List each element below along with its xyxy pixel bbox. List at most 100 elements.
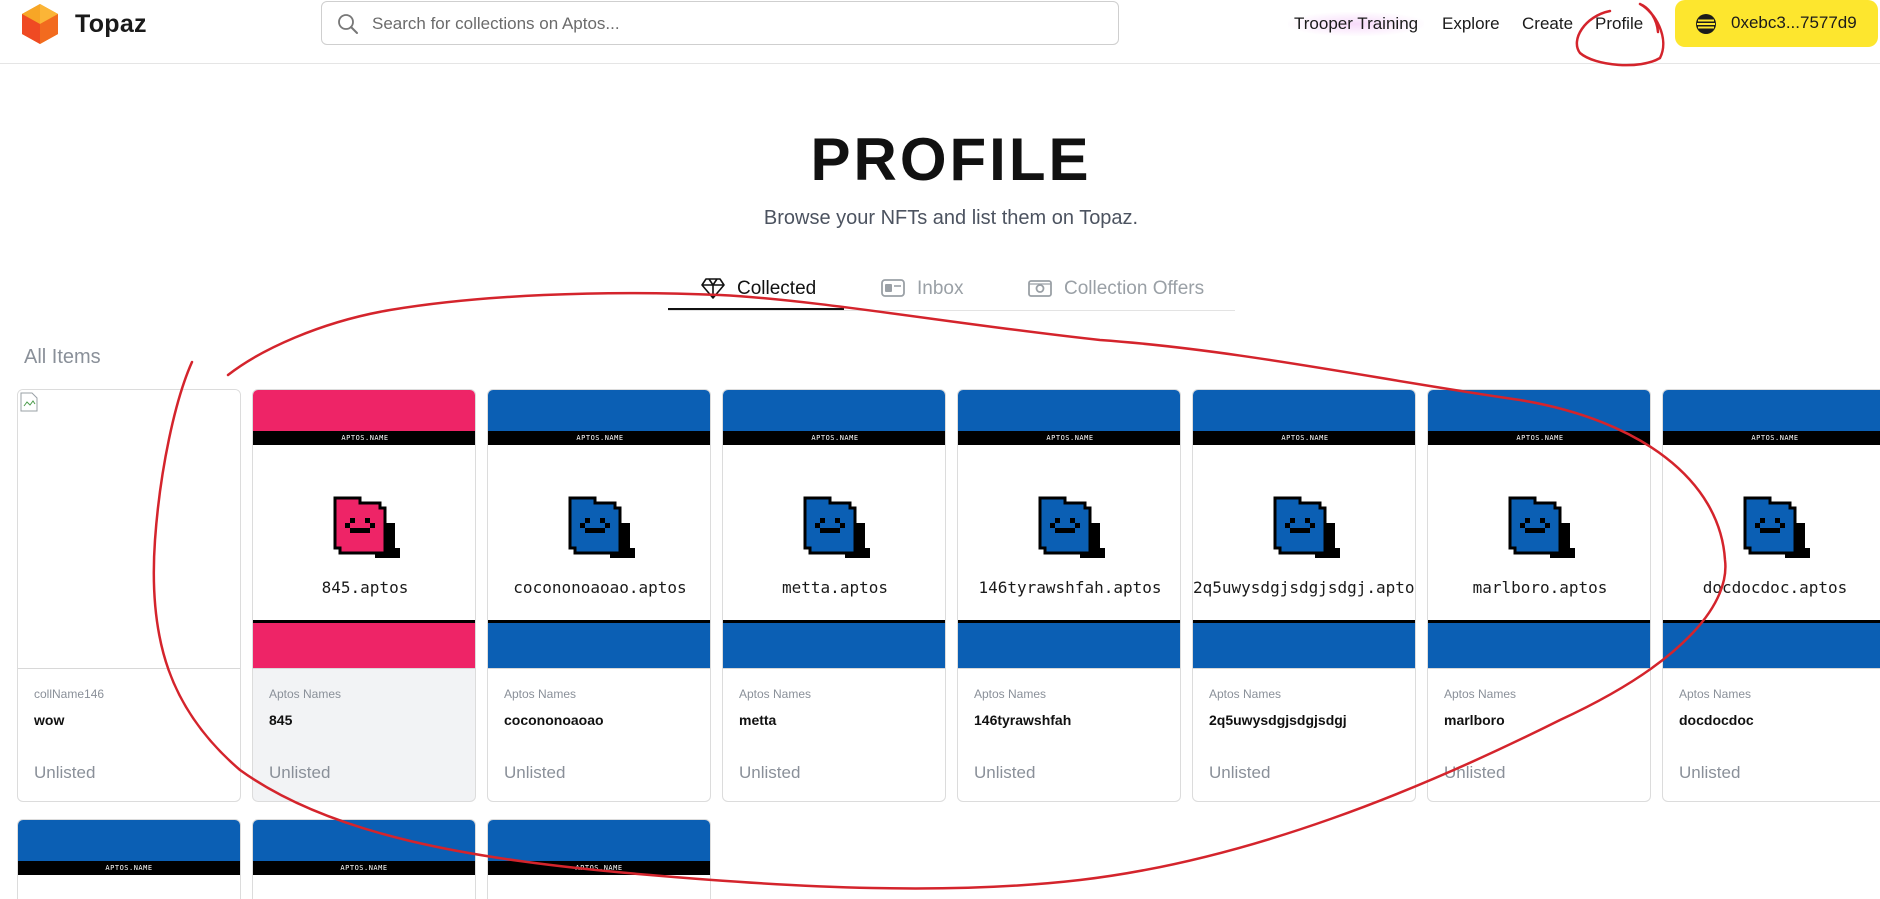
nft-card[interactable]: APTOS.NAME cocononoaoao.aptos Aptos Name… <box>487 389 711 802</box>
card-collection-name[interactable]: Aptos Names <box>1209 687 1281 701</box>
nft-card[interactable]: APTOS.NAME marlboro.aptos Aptos Names ma… <box>1427 389 1651 802</box>
card-art: APTOS.NAME marlboro.aptos <box>1428 390 1650 669</box>
nft-card[interactable]: APTOS.NAME 2q5uwysdgjsdgjsdgj.aptos Apto… <box>1192 389 1416 802</box>
card-art-band: APTOS.NAME <box>723 431 945 445</box>
card-art-top <box>488 390 710 431</box>
card-art-top <box>958 390 1180 431</box>
card-nft-name: 2q5uwysdgjsdgjsdgj <box>1209 712 1347 728</box>
card-art: APTOS.NAME 2q5uwysdgjsdgjsdgj.aptos <box>1193 390 1416 669</box>
folder-face-icon <box>333 496 400 558</box>
card-art: APTOS.NAME cocononoaoao.aptos <box>488 390 710 669</box>
search-input[interactable] <box>370 9 1094 39</box>
card-art-domain: marlboro.aptos <box>1472 578 1608 597</box>
wallet-button[interactable]: 0xebc3...7577d9 <box>1675 0 1878 47</box>
active-tab-indicator <box>668 308 844 310</box>
card-art-bottom <box>723 623 945 668</box>
card-collection-name[interactable]: Aptos Names <box>1679 687 1751 701</box>
nft-card-partial[interactable]: APTOS.NAME <box>17 819 241 899</box>
card-nft-name: wow <box>34 712 65 728</box>
card-art-bottom <box>1193 623 1415 668</box>
card-art-band: APTOS.NAME <box>488 861 710 875</box>
nft-card[interactable]: APTOS.NAME 146tyrawshfah.aptos Aptos Nam… <box>957 389 1181 802</box>
card-art-band: APTOS.NAME <box>18 861 240 875</box>
card-art-domain: 845.aptos <box>321 578 409 597</box>
card-art-top <box>1663 390 1880 431</box>
nav-create[interactable]: Create <box>1522 14 1573 34</box>
broken-image-icon <box>20 392 38 412</box>
card-art-band: APTOS.NAME <box>1193 431 1415 445</box>
card-art-top <box>1428 390 1650 431</box>
card-collection-name[interactable]: Aptos Names <box>504 687 576 701</box>
search-icon <box>338 14 358 34</box>
card-art-band: APTOS.NAME <box>253 431 475 445</box>
nav-trooper-training[interactable]: Trooper Training <box>1288 12 1425 36</box>
card-nft-name: metta <box>739 712 777 728</box>
tab-label: Collected <box>737 278 817 299</box>
card-collection-name[interactable]: Aptos Names <box>1444 687 1516 701</box>
nft-card-partial[interactable]: APTOS.NAME <box>487 819 711 899</box>
card-nft-name: docdocdoc <box>1679 712 1754 728</box>
card-art-domain: cocononoaoao.aptos <box>513 578 687 597</box>
folder-face-icon <box>1038 496 1105 558</box>
card-art-band: APTOS.NAME <box>1663 431 1880 445</box>
tab-label: Collection Offers <box>1064 278 1205 299</box>
folder-face-icon <box>1508 496 1575 558</box>
card-art-domain: docdocdoc.aptos <box>1702 578 1848 597</box>
card-art: APTOS.NAME docdocdoc.aptos <box>1663 390 1880 669</box>
nav-explore[interactable]: Explore <box>1442 14 1500 34</box>
card-art-bottom <box>1663 623 1880 668</box>
top-header: Topaz Trooper Training Explore Create Pr… <box>0 0 1880 64</box>
nft-card-partial[interactable]: APTOS.NAME <box>252 819 476 899</box>
card-listing-status: Unlisted <box>34 763 96 782</box>
folder-face-icon <box>1273 496 1340 558</box>
card-collection-name[interactable]: Aptos Names <box>974 687 1046 701</box>
folder-face-icon <box>1743 496 1810 558</box>
card-art-band: APTOS.NAME <box>1428 431 1650 445</box>
page-title: PROFILE <box>810 126 1092 193</box>
card-listing-status: Unlisted <box>1444 763 1506 782</box>
nav-profile[interactable]: Profile <box>1595 14 1643 34</box>
diamond-icon <box>701 278 725 299</box>
section-label: All Items <box>24 346 101 368</box>
brand-name[interactable]: Topaz <box>75 10 147 39</box>
offer-icon <box>1028 280 1052 297</box>
card-art-domain: 2q5uwysdgjsdgjsdgj.aptos <box>1193 578 1416 597</box>
page-subtitle: Browse your NFTs and list them on Topaz. <box>763 207 1139 229</box>
card-art-domain: 146tyrawshfah.aptos <box>978 578 1162 597</box>
card-art-band: APTOS.NAME <box>958 431 1180 445</box>
nft-card[interactable]: APTOS.NAME docdocdoc.aptos Aptos Names d… <box>1662 389 1880 802</box>
card-listing-status: Unlisted <box>269 763 331 782</box>
search-bar[interactable] <box>321 1 1119 45</box>
profile-tabs: Collected Inbox Collection Offers <box>668 270 1235 311</box>
card-collection-name[interactable]: collName146 <box>34 687 104 701</box>
card-art-broken <box>18 390 240 669</box>
card-art-band: APTOS.NAME <box>488 431 710 445</box>
nft-card[interactable]: collName146 wow Unlisted <box>17 389 241 802</box>
card-art-top <box>488 820 710 861</box>
card-art-domain: metta.aptos <box>782 578 888 597</box>
card-nft-name: marlboro <box>1444 712 1505 728</box>
inbox-icon <box>881 279 905 297</box>
folder-face-icon <box>803 496 870 558</box>
card-listing-status: Unlisted <box>1209 763 1271 782</box>
topaz-logo-icon[interactable] <box>19 3 61 45</box>
card-listing-status: Unlisted <box>739 763 801 782</box>
card-art-top <box>253 820 475 861</box>
card-listing-status: Unlisted <box>974 763 1036 782</box>
card-collection-name[interactable]: Aptos Names <box>269 687 341 701</box>
card-art-bottom <box>488 623 710 668</box>
card-nft-name: cocononoaoao <box>504 712 604 728</box>
wallet-address: 0xebc3...7577d9 <box>1731 13 1857 32</box>
card-collection-name[interactable]: Aptos Names <box>739 687 811 701</box>
folder-face-icon <box>568 496 635 558</box>
card-art-top <box>253 390 475 431</box>
nft-card[interactable]: APTOS.NAME metta.aptos Aptos Names metta… <box>722 389 946 802</box>
card-listing-status: Unlisted <box>1679 763 1741 782</box>
card-art: APTOS.NAME 146tyrawshfah.aptos <box>958 390 1180 669</box>
nft-card[interactable]: APTOS.NAME 845.aptos Aptos Names 845 Unl… <box>252 389 476 802</box>
card-art-band: APTOS.NAME <box>253 861 475 875</box>
card-art: APTOS.NAME metta.aptos <box>723 390 945 669</box>
card-art-top <box>18 820 240 861</box>
card-nft-name: 845 <box>269 712 293 728</box>
card-nft-name: 146tyrawshfah <box>974 712 1072 728</box>
